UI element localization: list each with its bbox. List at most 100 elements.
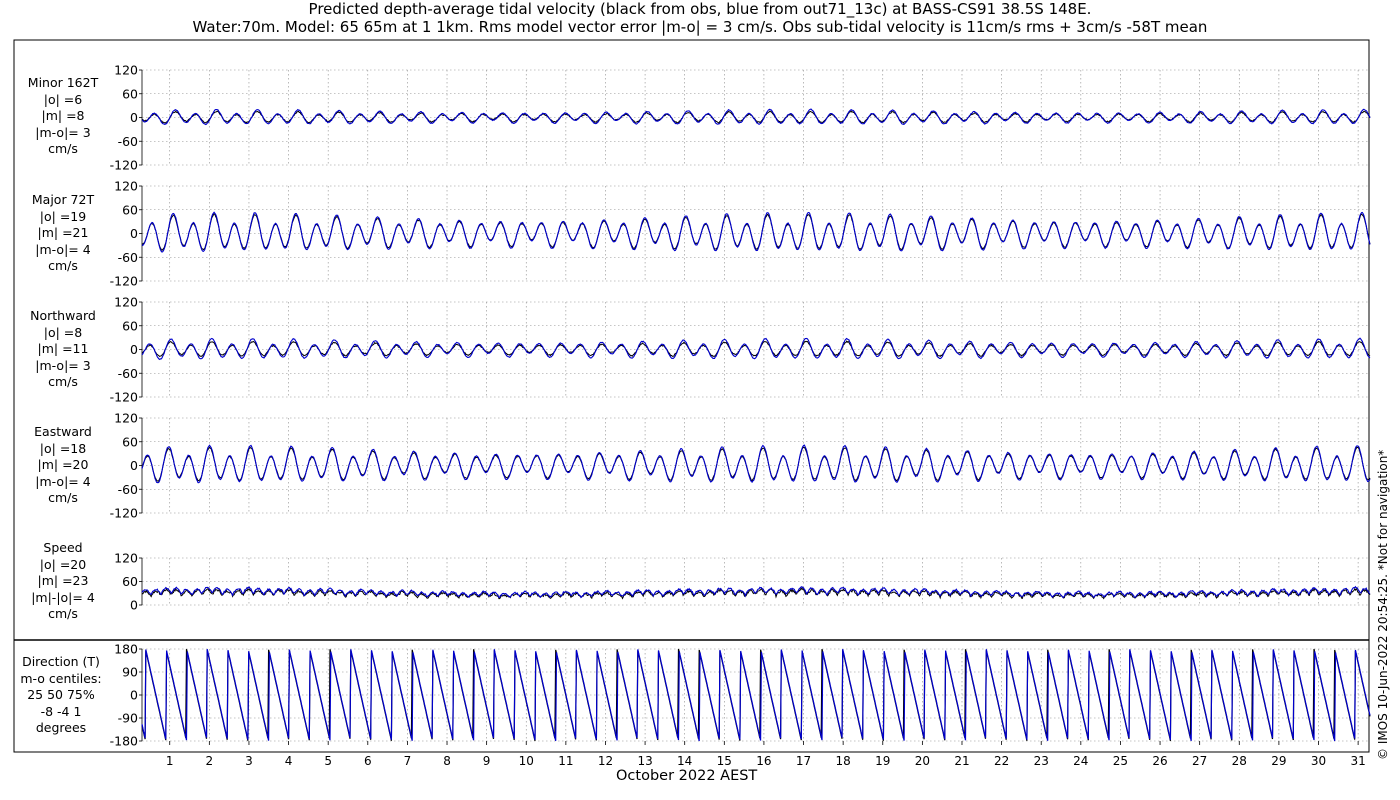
x-tick-label: 14 (677, 754, 692, 768)
y-tick-label: -120 (110, 274, 138, 289)
panel-label-line: cm/s (48, 258, 78, 273)
panel-label-line: |m| =20 (37, 457, 89, 472)
x-tick-label: 29 (1271, 754, 1286, 768)
x-tick-label: 27 (1192, 754, 1207, 768)
panel-label-line: cm/s (48, 141, 78, 156)
panel-label-line: 25 50 75% (27, 687, 95, 702)
y-tick-label: 0 (130, 458, 138, 473)
model-series-line (141, 444, 1371, 484)
copyright-note: © IMOS 10-Jun-2022 20:54:25. *Not for na… (1376, 449, 1390, 760)
panel-label-line: cm/s (48, 374, 78, 389)
y-tick-label: -60 (118, 134, 138, 149)
x-tick-label: 13 (637, 754, 652, 768)
panel-label-line: |m-o|= 3 (35, 357, 91, 373)
y-tick-label: -90 (118, 711, 138, 726)
x-tick-label: 20 (915, 754, 930, 768)
x-tick-label: 5 (324, 754, 332, 768)
y-tick-label: -60 (118, 366, 138, 381)
panel-label-northward: Northward |o| =8 |m| =11 |m-o|= 3 cm/s (10, 308, 116, 391)
panel-label-line: |m-o|= 3 (35, 124, 91, 140)
y-tick-label: -120 (110, 506, 138, 521)
panel-label-line: |m-o|= 4 (35, 473, 91, 489)
y-tick-label: 180 (114, 642, 138, 657)
x-tick-label: 8 (443, 754, 451, 768)
panel-label-line: Northward (30, 308, 96, 323)
model-series-line (141, 108, 1371, 126)
y-tick-label: 60 (122, 86, 138, 101)
panel-label-eastward: Eastward |o| =18 |m| =20 |m-o|= 4 cm/s (10, 424, 116, 507)
panel-label-line: |m-o|= 4 (35, 241, 91, 257)
panel-label-line: |o| =8 (43, 324, 83, 340)
x-tick-label: 6 (364, 754, 372, 768)
panel-label-line: Direction (T) (22, 654, 100, 669)
x-axis-label: October 2022 AEST (616, 768, 758, 784)
y-tick-label: 0 (130, 342, 138, 357)
x-tick-label: 23 (1034, 754, 1049, 768)
panel-label-line: |m| =8 (41, 108, 85, 123)
y-tick-label: -60 (118, 482, 138, 497)
panel-label-line: Speed (43, 540, 83, 555)
y-tick-label: 0 (130, 226, 138, 241)
panel-label-line: |o| =20 (39, 556, 87, 572)
y-tick-label: 60 (122, 202, 138, 217)
model-series-line (141, 585, 1371, 599)
x-tick-label: 9 (483, 754, 491, 768)
y-tick-label: 120 (114, 411, 138, 426)
panel-label-line: |o| =19 (39, 208, 87, 224)
panel-label-line: |m| =23 (37, 573, 89, 588)
x-tick-label: 30 (1311, 754, 1326, 768)
x-tick-label: 1 (166, 754, 174, 768)
panel-label-speed: Speed |o| =20 |m| =23 |m|-|o|= 4 cm/s (10, 540, 116, 623)
panel-label-major: Major 72T |o| =19 |m| =21 |m-o|= 4 cm/s (10, 192, 116, 275)
y-tick-label: 60 (122, 434, 138, 449)
y-tick-label: 120 (114, 63, 138, 78)
y-tick-label: 90 (122, 665, 138, 680)
x-tick-label: 4 (285, 754, 293, 768)
panel-label-line: |m| =11 (37, 341, 89, 356)
y-tick-label: 0 (130, 110, 138, 125)
x-tick-label: 17 (796, 754, 811, 768)
y-tick-label: 120 (114, 295, 138, 310)
x-tick-label: 16 (756, 754, 771, 768)
x-tick-label: 28 (1232, 754, 1247, 768)
panel-label-line: m-o centiles: (20, 670, 102, 686)
panel-label-line: |o| =6 (43, 91, 83, 107)
x-tick-label: 24 (1073, 754, 1088, 768)
y-tick-label: 0 (130, 598, 138, 613)
y-tick-label: 60 (122, 318, 138, 333)
y-tick-label: -120 (110, 390, 138, 405)
figure-frame (13, 39, 1370, 753)
x-tick-label: 11 (558, 754, 573, 768)
x-tick-label: 7 (404, 754, 412, 768)
panel-label-line: Eastward (34, 424, 92, 439)
panel-label-line: cm/s (48, 490, 78, 505)
y-tick-label: 120 (114, 551, 138, 566)
x-tick-label: 18 (836, 754, 851, 768)
obs-series-line (141, 587, 1371, 600)
panel-label-line: cm/s (48, 606, 78, 621)
y-tick-label: 60 (122, 574, 138, 589)
panel-label-line: |m| =21 (37, 225, 89, 240)
tidal-velocity-chart: 120600-60-120120600-60-120120600-60-1201… (13, 39, 1371, 768)
x-tick-label: 12 (598, 754, 613, 768)
y-tick-label: -120 (110, 158, 138, 173)
x-tick-label: 2 (206, 754, 214, 768)
x-tick-label: 21 (954, 754, 969, 768)
y-tick-label: -60 (118, 250, 138, 265)
panel-label-line: degrees (35, 720, 87, 735)
x-tick-label: 26 (1152, 754, 1167, 768)
y-tick-label: 120 (114, 179, 138, 194)
x-tick-label: 15 (717, 754, 732, 768)
panel-label-line: Major 72T (31, 192, 95, 207)
x-tick-label: 10 (519, 754, 534, 768)
x-tick-label: 31 (1350, 754, 1365, 768)
panel-label-direction: Direction (T) m-o centiles: 25 50 75% -8 -4… (8, 654, 114, 737)
x-tick-label: 3 (245, 754, 253, 768)
panel-label-line: |m|-|o|= 4 (31, 589, 95, 605)
x-tick-label: 19 (875, 754, 890, 768)
x-tick-label: 25 (1113, 754, 1128, 768)
x-tick-label: 22 (994, 754, 1009, 768)
panel-label-minor: Minor 162T |o| =6 |m| =8 |m-o|= 3 cm/s (10, 75, 116, 158)
panel-label-line: |o| =18 (39, 440, 87, 456)
panel-label-line: -8 -4 1 (40, 703, 82, 719)
